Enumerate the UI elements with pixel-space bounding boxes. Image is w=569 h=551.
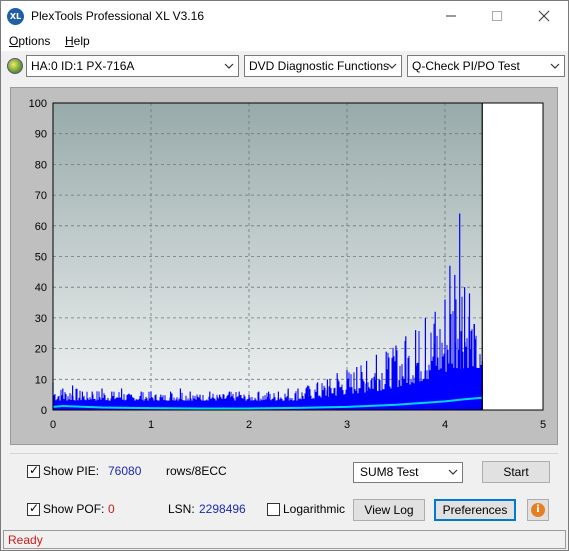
x-tick-label: 1 [148,419,154,431]
test-select-value: Q-Check PI/PO Test [412,59,520,73]
chevron-down-icon [387,63,397,69]
check-icon: ✓ [29,463,40,477]
title-bar: XL PlexTools Professional XL V3.16 [1,1,568,31]
y-tick-label: 60 [35,221,47,233]
unscanned-region [482,103,543,410]
pie-unit: rows/8ECC [166,464,227,478]
chart-area: 0 10 20 30 40 50 60 70 80 90 100 0 1 2 3 4 5 [10,87,558,445]
toolbar: HA:0 ID:1 PX-716A DVD Diagnostic Functio… [1,53,568,81]
logarithmic-checkbox[interactable] [267,503,280,516]
y-tick-label: 0 [41,405,47,417]
pie-value: 76080 [108,464,142,478]
info-icon: i [531,503,545,517]
status-text: Ready [8,533,43,547]
drive-select-value: HA:0 ID:1 PX-716A [31,59,135,73]
view-log-button[interactable]: View Log [353,499,425,521]
app-icon: XL [7,8,24,25]
x-tick-label: 3 [344,419,350,431]
x-tick-label: 4 [442,419,448,431]
menu-bar: Options Help [1,31,568,51]
menu-help[interactable]: Help [65,34,90,48]
close-icon[interactable] [521,1,567,31]
show-pof-label: Show POF: [43,502,105,516]
preferences-button[interactable]: Preferences [434,499,516,521]
start-button[interactable]: Start [482,461,550,483]
drive-icon [7,58,23,74]
y-tick-label: 40 [35,282,47,294]
sum8-test-select[interactable]: SUM8 Test [353,462,463,483]
control-panel: ✓ Show PIE: 76080 rows/8ECC SUM8 Test St… [10,453,558,525]
x-tick-label: 0 [50,419,56,431]
menu-options[interactable]: Options [9,34,50,48]
show-pie-checkbox[interactable]: ✓ [27,463,40,478]
y-tick-label: 100 [29,98,47,110]
pof-value: 0 [108,502,115,516]
sum8-test-value: SUM8 Test [360,465,419,479]
info-button[interactable]: i [527,499,549,521]
lsn-label: LSN: [168,502,195,516]
x-tick-label: 5 [540,419,546,431]
drive-select[interactable]: HA:0 ID:1 PX-716A [26,55,239,77]
main-window: XL PlexTools Professional XL V3.16 Optio… [0,0,569,551]
check-icon: ✓ [29,501,40,515]
y-tick-label: 30 [35,313,47,325]
function-select[interactable]: DVD Diagnostic Functions [244,55,402,77]
minimize-icon[interactable] [428,1,474,31]
y-tick-label: 10 [35,374,47,386]
y-tick-label: 80 [35,159,47,171]
lsn-value: 2298496 [199,502,246,516]
window-title: PlexTools Professional XL V3.16 [31,9,204,23]
y-tick-label: 90 [35,129,47,141]
chevron-down-icon [550,63,560,69]
chevron-down-icon [448,469,458,475]
y-tick-label: 20 [35,344,47,356]
logarithmic-label: Logarithmic [283,502,346,516]
maximize-icon[interactable] [474,1,520,31]
show-pie-label: Show PIE: [43,464,100,478]
show-pof-checkbox[interactable]: ✓ [27,501,40,516]
function-select-value: DVD Diagnostic Functions [249,59,390,73]
chevron-down-icon [224,63,234,69]
x-tick-label: 2 [246,419,252,431]
test-select[interactable]: Q-Check PI/PO Test [407,55,565,77]
status-bar: Ready [3,530,566,549]
y-tick-label: 50 [35,252,47,264]
y-tick-label: 70 [35,190,47,202]
pie-po-chart: 0 10 20 30 40 50 60 70 80 90 100 0 1 2 3 4 5 [29,98,546,431]
